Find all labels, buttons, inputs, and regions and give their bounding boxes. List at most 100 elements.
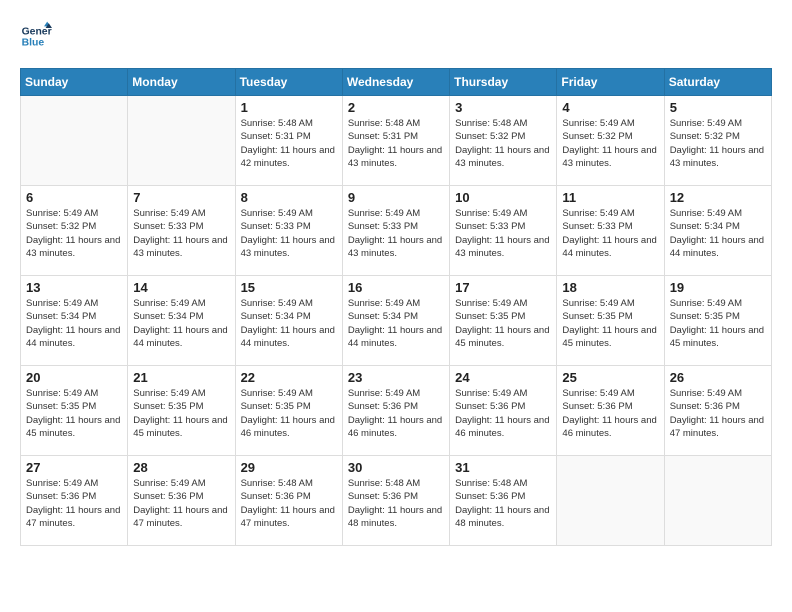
day-number: 25 [562,370,658,385]
day-number: 21 [133,370,229,385]
calendar-cell: 17 Sunrise: 5:49 AMSunset: 5:35 PMDayligh… [450,276,557,366]
weekday-header: Tuesday [235,69,342,96]
day-detail: Sunrise: 5:49 AMSunset: 5:33 PMDaylight:… [133,207,229,260]
day-number: 24 [455,370,551,385]
calendar-cell: 8Sunrise: 5:49 AMSunset: 5:33 PMDaylight… [235,186,342,276]
calendar-cell: 22 Sunrise: 5:49 AMSunset: 5:35 PMDayligh… [235,366,342,456]
calendar-cell: 2Sunrise: 5:48 AMSunset: 5:31 PMDaylight… [342,96,449,186]
weekday-header-row: SundayMondayTuesdayWednesdayThursdayFrid… [21,69,772,96]
day-number: 10 [455,190,551,205]
day-number: 6 [26,190,122,205]
day-detail: Sunrise: 5:49 AMSunset: 5:35 PMDaylight:… [455,297,551,350]
day-detail: Sunrise: 5:48 AMSunset: 5:31 PMDaylight:… [348,117,444,170]
day-number: 22 [241,370,337,385]
weekday-header: Monday [128,69,235,96]
calendar-week-row: 6 Sunrise: 5:49 AMSunset: 5:32 PMDaylight… [21,186,772,276]
day-detail: Sunrise: 5:48 AMSunset: 5:31 PMDaylight:… [241,117,337,170]
day-number: 5 [670,100,766,115]
svg-text:General: General [22,26,52,37]
day-number: 29 [241,460,337,475]
calendar-cell: 25 Sunrise: 5:49 AMSunset: 5:36 PMDayligh… [557,366,664,456]
day-number: 3 [455,100,551,115]
calendar-cell: 10 Sunrise: 5:49 AMSunset: 5:33 PMDayligh… [450,186,557,276]
day-number: 30 [348,460,444,475]
day-number: 7 [133,190,229,205]
day-number: 4 [562,100,658,115]
day-number: 28 [133,460,229,475]
day-detail: Sunrise: 5:49 AMSunset: 5:32 PMDaylight:… [562,117,658,170]
day-detail: Sunrise: 5:49 AMSunset: 5:33 PMDaylight:… [562,207,658,260]
day-number: 17 [455,280,551,295]
weekday-header: Friday [557,69,664,96]
weekday-header: Saturday [664,69,771,96]
day-detail: Sunrise: 5:49 AMSunset: 5:33 PMDaylight:… [348,207,444,260]
calendar-cell: 9 Sunrise: 5:49 AMSunset: 5:33 PMDaylight… [342,186,449,276]
calendar-cell: 24 Sunrise: 5:49 AMSunset: 5:36 PMDayligh… [450,366,557,456]
calendar-cell: 12 Sunrise: 5:49 AMSunset: 5:34 PMDayligh… [664,186,771,276]
day-detail: Sunrise: 5:49 AMSunset: 5:34 PMDaylight:… [670,207,766,260]
day-detail: Sunrise: 5:48 AMSunset: 5:32 PMDaylight:… [455,117,551,170]
day-number: 20 [26,370,122,385]
calendar-cell: 4 Sunrise: 5:49 AMSunset: 5:32 PMDaylight… [557,96,664,186]
day-detail: Sunrise: 5:49 AMSunset: 5:36 PMDaylight:… [455,387,551,440]
day-detail: Sunrise: 5:49 AMSunset: 5:35 PMDaylight:… [241,387,337,440]
day-number: 9 [348,190,444,205]
day-detail: Sunrise: 5:49 AMSunset: 5:35 PMDaylight:… [133,387,229,440]
calendar-cell: 14 Sunrise: 5:49 AMSunset: 5:34 PMDayligh… [128,276,235,366]
logo-icon: General Blue [20,20,52,52]
day-detail: Sunrise: 5:49 AMSunset: 5:32 PMDaylight:… [26,207,122,260]
day-detail: Sunrise: 5:49 AMSunset: 5:33 PMDaylight:… [241,207,337,260]
day-detail: Sunrise: 5:49 AMSunset: 5:36 PMDaylight:… [348,387,444,440]
calendar-cell: 29 Sunrise: 5:48 AMSunset: 5:36 PMDayligh… [235,456,342,546]
day-number: 14 [133,280,229,295]
weekday-header: Wednesday [342,69,449,96]
calendar-cell: 6 Sunrise: 5:49 AMSunset: 5:32 PMDaylight… [21,186,128,276]
weekday-header: Sunday [21,69,128,96]
day-detail: Sunrise: 5:49 AMSunset: 5:34 PMDaylight:… [241,297,337,350]
day-detail: Sunrise: 5:49 AMSunset: 5:35 PMDaylight:… [26,387,122,440]
logo: General Blue [20,20,52,52]
day-number: 23 [348,370,444,385]
calendar-cell: 28 Sunrise: 5:49 AMSunset: 5:36 PMDayligh… [128,456,235,546]
day-detail: Sunrise: 5:49 AMSunset: 5:34 PMDaylight:… [133,297,229,350]
calendar-cell [21,96,128,186]
calendar-week-row: 27 Sunrise: 5:49 AMSunset: 5:36 PMDayligh… [21,456,772,546]
day-number: 1 [241,100,337,115]
calendar-cell: 5 Sunrise: 5:49 AMSunset: 5:32 PMDaylight… [664,96,771,186]
calendar-cell: 18Sunrise: 5:49 AMSunset: 5:35 PMDayligh… [557,276,664,366]
calendar-cell: 20 Sunrise: 5:49 AMSunset: 5:35 PMDayligh… [21,366,128,456]
day-detail: Sunrise: 5:48 AMSunset: 5:36 PMDaylight:… [241,477,337,530]
calendar-cell: 1 Sunrise: 5:48 AMSunset: 5:31 PMDaylight… [235,96,342,186]
day-detail: Sunrise: 5:49 AMSunset: 5:32 PMDaylight:… [670,117,766,170]
day-detail: Sunrise: 5:49 AMSunset: 5:36 PMDaylight:… [26,477,122,530]
day-detail: Sunrise: 5:48 AMSunset: 5:36 PMDaylight:… [348,477,444,530]
calendar-cell: 16Sunrise: 5:49 AMSunset: 5:34 PMDayligh… [342,276,449,366]
day-detail: Sunrise: 5:49 AMSunset: 5:36 PMDaylight:… [562,387,658,440]
calendar-cell: 11 Sunrise: 5:49 AMSunset: 5:33 PMDayligh… [557,186,664,276]
calendar-cell: 7 Sunrise: 5:49 AMSunset: 5:33 PMDaylight… [128,186,235,276]
calendar-cell: 26Sunrise: 5:49 AMSunset: 5:36 PMDayligh… [664,366,771,456]
calendar-cell [664,456,771,546]
calendar-table: SundayMondayTuesdayWednesdayThursdayFrid… [20,68,772,546]
day-detail: Sunrise: 5:49 AMSunset: 5:35 PMDaylight:… [670,297,766,350]
calendar-week-row: 13 Sunrise: 5:49 AMSunset: 5:34 PMDayligh… [21,276,772,366]
calendar-cell: 19Sunrise: 5:49 AMSunset: 5:35 PMDayligh… [664,276,771,366]
day-number: 11 [562,190,658,205]
day-number: 12 [670,190,766,205]
day-number: 27 [26,460,122,475]
calendar-cell: 3 Sunrise: 5:48 AMSunset: 5:32 PMDaylight… [450,96,557,186]
day-detail: Sunrise: 5:49 AMSunset: 5:33 PMDaylight:… [455,207,551,260]
day-detail: Sunrise: 5:49 AMSunset: 5:36 PMDaylight:… [133,477,229,530]
calendar-week-row: 1 Sunrise: 5:48 AMSunset: 5:31 PMDaylight… [21,96,772,186]
day-number: 15 [241,280,337,295]
calendar-cell: 23 Sunrise: 5:49 AMSunset: 5:36 PMDayligh… [342,366,449,456]
day-detail: Sunrise: 5:49 AMSunset: 5:34 PMDaylight:… [26,297,122,350]
calendar-cell: 15 Sunrise: 5:49 AMSunset: 5:34 PMDayligh… [235,276,342,366]
calendar-week-row: 20 Sunrise: 5:49 AMSunset: 5:35 PMDayligh… [21,366,772,456]
page-header: General Blue [20,20,772,52]
day-number: 31 [455,460,551,475]
calendar-cell: 13 Sunrise: 5:49 AMSunset: 5:34 PMDayligh… [21,276,128,366]
calendar-cell: 21 Sunrise: 5:49 AMSunset: 5:35 PMDayligh… [128,366,235,456]
day-number: 13 [26,280,122,295]
day-detail: Sunrise: 5:49 AMSunset: 5:36 PMDaylight:… [670,387,766,440]
